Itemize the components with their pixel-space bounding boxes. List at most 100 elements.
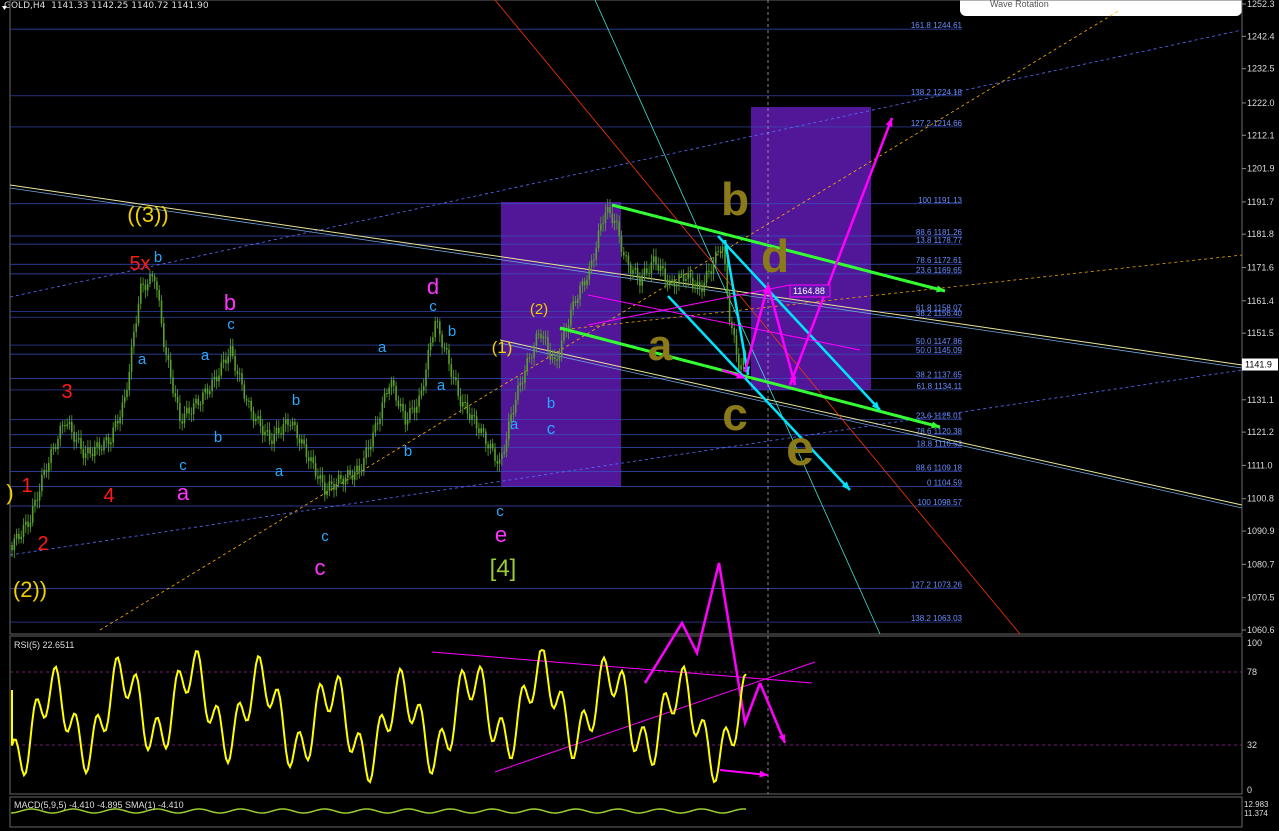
candle-body xyxy=(512,412,515,415)
candle-body xyxy=(662,265,664,269)
candle-body xyxy=(238,373,241,375)
candle-body xyxy=(181,421,183,424)
candle-body xyxy=(441,334,443,348)
rsi-tick-label: 100 xyxy=(1247,638,1262,648)
candle-body xyxy=(169,359,172,378)
candle-body xyxy=(333,483,335,490)
candle-body xyxy=(363,458,365,472)
candle-body xyxy=(29,522,32,528)
candle-body xyxy=(556,358,558,361)
price-tick-label: 1252.3 xyxy=(1247,0,1275,9)
wave-label: b xyxy=(547,395,555,412)
candle-body xyxy=(554,357,556,359)
fib-level-label: 61.8 1134.11 xyxy=(916,382,962,391)
candle-body xyxy=(445,347,448,350)
wave-label: c xyxy=(227,316,235,333)
wave-label: a xyxy=(177,480,190,505)
candle-body xyxy=(342,478,344,485)
candle-body xyxy=(563,330,565,341)
candle-body xyxy=(669,280,671,286)
price-tick-label: 1201.9 xyxy=(1247,164,1275,174)
wave-label: (2) xyxy=(530,301,548,318)
candle-body xyxy=(358,465,361,472)
candle-body xyxy=(68,421,71,425)
candle-body xyxy=(280,433,282,435)
candle-body xyxy=(740,365,742,370)
candle-body xyxy=(710,271,712,274)
candle-body xyxy=(11,545,13,551)
candle-body xyxy=(176,396,179,403)
price-tick-label: 1191.7 xyxy=(1247,197,1274,207)
candle-body xyxy=(471,414,473,420)
candle-body xyxy=(307,457,310,462)
candle-body xyxy=(245,398,248,401)
candle-body xyxy=(590,260,593,267)
candle-body xyxy=(655,256,657,265)
candle-body xyxy=(666,280,669,286)
candle-body xyxy=(227,356,229,364)
candle-body xyxy=(409,408,411,420)
candle-body xyxy=(80,438,82,449)
candle-body xyxy=(664,268,666,281)
candle-body xyxy=(298,438,301,444)
candle-body xyxy=(671,279,673,281)
rsi-trendline-upper xyxy=(431,651,813,684)
fib-level-label: 100 1191.13 xyxy=(918,196,962,205)
macd-title: MACD(5,9,5) -4.410 -4.895 SMA(1) -4.410 xyxy=(14,800,184,810)
wave-label: b xyxy=(404,443,412,460)
candle-body xyxy=(197,398,200,405)
candle-body xyxy=(501,453,503,460)
candle-body xyxy=(123,397,126,403)
candle-body xyxy=(107,437,110,445)
candle-body xyxy=(27,521,29,528)
candle-body xyxy=(579,285,581,299)
rsi-title: RSI(5) 22.6511 xyxy=(14,640,74,650)
candle-body xyxy=(634,267,637,270)
price-tick-label: 1070.5 xyxy=(1247,593,1275,603)
candle-body xyxy=(551,357,554,360)
candle-body xyxy=(18,533,20,540)
candle-body xyxy=(425,369,427,387)
candle-body xyxy=(82,448,85,458)
wave-label: [4] xyxy=(490,555,517,582)
candle-body xyxy=(275,427,278,435)
candle-body xyxy=(535,333,538,346)
candle-body xyxy=(278,427,280,434)
candle-body xyxy=(682,274,685,281)
candle-body xyxy=(648,273,650,275)
wave-label: 2 xyxy=(37,533,48,555)
candle-body xyxy=(422,386,425,391)
candle-body xyxy=(261,426,264,436)
candle-body xyxy=(259,416,262,427)
candle-body xyxy=(271,440,273,444)
candle-body xyxy=(174,393,177,397)
candle-body xyxy=(15,533,18,539)
candle-body xyxy=(151,274,154,277)
candle-body xyxy=(234,356,236,371)
candle-body xyxy=(715,251,717,264)
candle-body xyxy=(225,359,227,364)
candle-body xyxy=(696,281,699,288)
candle-body xyxy=(588,266,591,280)
candle-body xyxy=(489,443,492,449)
macd-tick-label: 12.983 xyxy=(1244,800,1269,809)
candle-body xyxy=(367,447,370,450)
candle-body xyxy=(374,423,377,433)
price-tick-label: 1161.4 xyxy=(1247,296,1274,306)
candle-body xyxy=(439,321,441,335)
fib-level-label: 138.2 1063.03 xyxy=(911,614,963,623)
wave-label: b xyxy=(154,249,162,266)
price-tick-label: 1100.8 xyxy=(1247,494,1274,504)
rsi-projection-arrow-head xyxy=(778,734,786,743)
candle-body xyxy=(544,336,547,338)
dropdown-triangle-icon[interactable] xyxy=(2,6,7,10)
dotted-channel-orange-low xyxy=(99,9,1121,631)
candle-body xyxy=(172,377,174,394)
gold-h4-chart[interactable]: 161.8 1244.61138.2 1224.18127.2 1214.661… xyxy=(0,0,1279,831)
candle-body xyxy=(126,390,128,398)
candle-body xyxy=(652,256,655,263)
price-tick-label: 1181.8 xyxy=(1247,229,1274,239)
candle-body xyxy=(183,413,186,424)
candle-body xyxy=(192,403,195,414)
candle-body xyxy=(558,356,561,361)
